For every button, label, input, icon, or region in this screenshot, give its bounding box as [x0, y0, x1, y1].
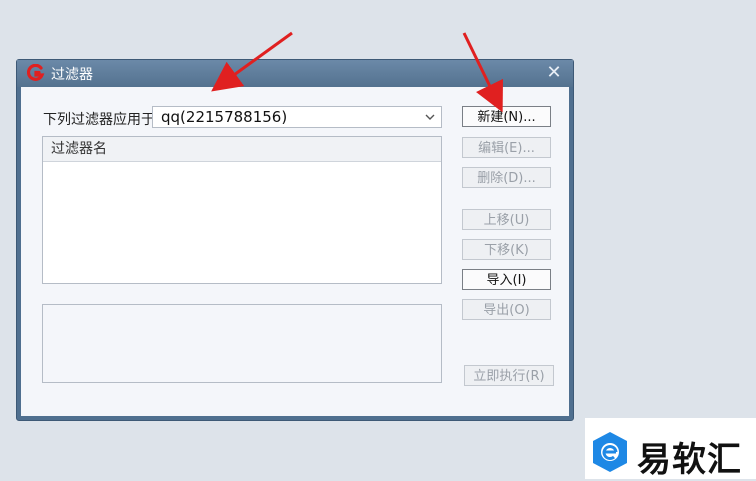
new-button[interactable]: 新建(N)... [462, 106, 551, 127]
dialog-body: 下列过滤器应用于 qq(2215788156) 过滤器名 新建(N)... 编辑… [21, 87, 569, 416]
watermark-text: 易软汇 [637, 440, 742, 480]
export-button[interactable]: 导出(O) [462, 299, 551, 320]
dialog-title: 过滤器 [51, 67, 93, 83]
move-down-button[interactable]: 下移(K) [462, 239, 551, 260]
filter-description-box [42, 304, 442, 383]
watermark: 易软汇 [585, 418, 756, 480]
watermark-logo-icon [593, 432, 627, 472]
filter-dialog: 过滤器 ✕ 下列过滤器应用于 qq(2215788156) 过滤器名 新建(N)… [16, 59, 574, 421]
app-logo-icon [27, 64, 45, 81]
apply-to-label: 下列过滤器应用于 [43, 112, 155, 128]
close-icon: ✕ [546, 62, 562, 83]
account-select[interactable]: qq(2215788156) [152, 106, 442, 128]
edit-button[interactable]: 编辑(E)... [462, 137, 551, 158]
run-now-button[interactable]: 立即执行(R) [464, 365, 554, 386]
import-button[interactable]: 导入(I) [462, 269, 551, 290]
close-button[interactable]: ✕ [543, 62, 565, 84]
filter-list[interactable]: 过滤器名 [42, 136, 442, 284]
move-up-button[interactable]: 上移(U) [462, 209, 551, 230]
title-bar[interactable]: 过滤器 ✕ [17, 60, 573, 87]
filter-name-column-header[interactable]: 过滤器名 [43, 137, 441, 162]
chevron-down-icon [425, 114, 435, 120]
delete-button[interactable]: 删除(D)... [462, 167, 551, 188]
account-select-value: qq(2215788156) [161, 108, 288, 126]
